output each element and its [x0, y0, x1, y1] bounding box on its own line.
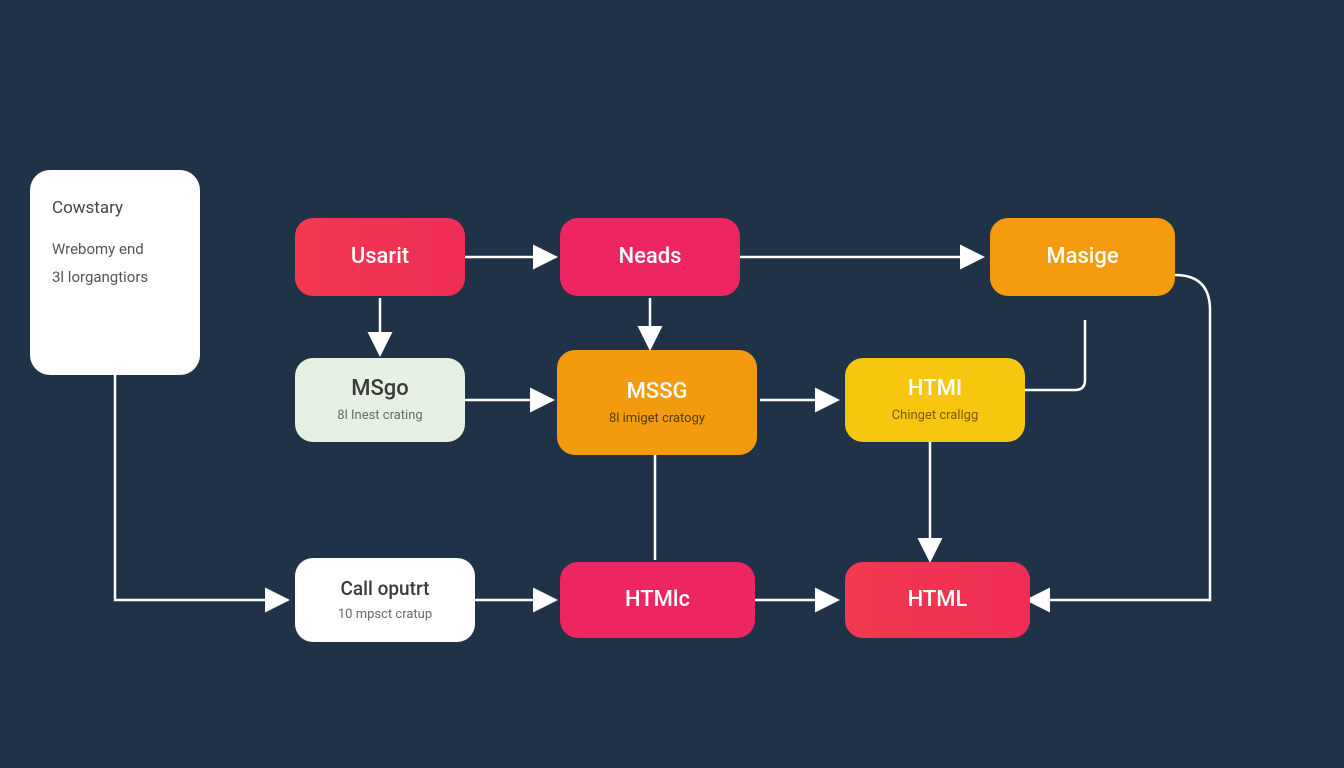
- node-calloput-subtitle: 10 mpsct cratup: [338, 607, 432, 623]
- node-masige: Masige: [990, 218, 1175, 296]
- node-htmi: HTMI Chinget crallgg: [845, 358, 1025, 442]
- node-mssg-subtitle: 8l imiget cratogy: [609, 411, 705, 427]
- node-mssg: MSSG 8l imiget cratogy: [557, 350, 757, 455]
- node-calloput: Call oputrt 10 mpsct cratup: [295, 558, 475, 642]
- node-msgo: MSgo 8l Inest crating: [295, 358, 465, 442]
- node-mssg-title: MSSG: [627, 379, 688, 405]
- node-htmi-title: HTMI: [908, 376, 962, 402]
- side-card-line1: Wrebomy end: [52, 240, 182, 258]
- node-msgo-title: MSgo: [351, 376, 409, 402]
- node-htmi-subtitle: Chinget crallgg: [892, 408, 979, 424]
- node-htmic: HTMlc: [560, 562, 755, 638]
- node-neads: Neads: [560, 218, 740, 296]
- node-masige-title: Masige: [1046, 244, 1118, 270]
- node-calloput-title: Call oputrt: [341, 578, 430, 601]
- node-msgo-subtitle: 8l Inest crating: [337, 408, 422, 424]
- side-card-title: Cowstary: [52, 198, 182, 218]
- node-usarit-title: Usarit: [351, 244, 409, 270]
- node-neads-title: Neads: [619, 244, 682, 270]
- node-html-title: HTML: [908, 587, 968, 613]
- node-htmic-title: HTMlc: [625, 587, 690, 613]
- node-usarit: Usarit: [295, 218, 465, 296]
- side-card-line2: 3l lorgangtiors: [52, 268, 182, 286]
- side-card-cowstary: Cowstary Wrebomy end 3l lorgangtiors: [30, 170, 200, 375]
- node-html: HTML: [845, 562, 1030, 638]
